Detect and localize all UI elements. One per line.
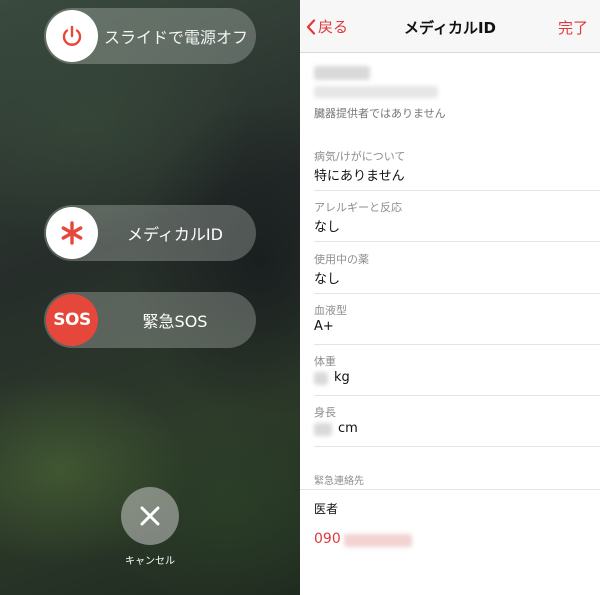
power-knob[interactable] — [46, 10, 98, 62]
field-label: アレルギーと反応 — [314, 201, 402, 214]
donor-status: 臓器提供者ではありません — [314, 107, 446, 120]
slide-to-power-off-slider[interactable]: スライドで電源オフ — [44, 8, 256, 64]
field-value: 特にありません — [314, 169, 405, 184]
redacted-name — [314, 66, 370, 80]
medical-id-slider[interactable]: メディカルID — [44, 205, 256, 261]
field-label: 病気/けがについて — [314, 150, 406, 163]
done-button[interactable]: 完了 — [558, 17, 588, 38]
field-value: なし — [314, 220, 341, 235]
field-height: 身長 cm — [314, 402, 600, 447]
field-value: なし — [314, 272, 341, 287]
field-label: 血液型 — [314, 304, 347, 317]
emergency-contacts-header: 緊急連絡先 — [314, 476, 364, 487]
field-label: 身長 — [314, 406, 336, 419]
emergency-sos-slider[interactable]: SOS 緊急SOS — [44, 292, 256, 348]
asterisk-icon — [61, 221, 83, 245]
redacted-phone — [344, 534, 412, 547]
emergency-sos-label: 緊急SOS — [142, 312, 208, 331]
field-value: A+ — [314, 319, 334, 334]
cancel-label: キャンセル — [125, 556, 175, 567]
power-icon — [62, 25, 82, 46]
redacted-height — [314, 423, 332, 436]
slide-label: スライドで電源オフ — [104, 28, 249, 47]
field-blood-type: 血液型 A+ — [314, 300, 600, 345]
field-weight: 体重 kg — [314, 351, 600, 396]
contact-role: 医者 — [314, 502, 339, 516]
redacted-weight — [314, 372, 328, 385]
navigation-bar: 戻る メディカルID 完了 — [300, 0, 600, 53]
medical-id-screen: 戻る メディカルID 完了 臓器提供者ではありません 病気/けがについて 特にあ… — [300, 0, 600, 595]
sos-knob[interactable]: SOS — [46, 294, 98, 346]
page-title: メディカルID — [404, 19, 496, 37]
field-label: 体重 — [314, 355, 336, 368]
field-value: cm — [338, 421, 358, 436]
field-medications: 使用中の薬 なし — [314, 249, 600, 294]
field-label: 使用中の薬 — [314, 253, 369, 266]
divider — [300, 489, 600, 490]
contact-phone[interactable]: 090 — [314, 531, 341, 547]
redacted-info — [314, 86, 438, 98]
phone-prefix: 090 — [314, 531, 341, 547]
power-off-screen: スライドで電源オフ メディカルID SOS 緊急SOS キャンセル — [0, 0, 300, 595]
field-allergies: アレルギーと反応 なし — [314, 197, 600, 242]
medical-id-label: メディカルID — [127, 225, 223, 244]
cancel-button[interactable] — [121, 487, 179, 545]
close-icon — [140, 506, 160, 526]
field-conditions: 病気/けがについて 特にありません — [314, 146, 600, 191]
medical-knob[interactable] — [46, 207, 98, 259]
field-value: kg — [334, 370, 350, 385]
